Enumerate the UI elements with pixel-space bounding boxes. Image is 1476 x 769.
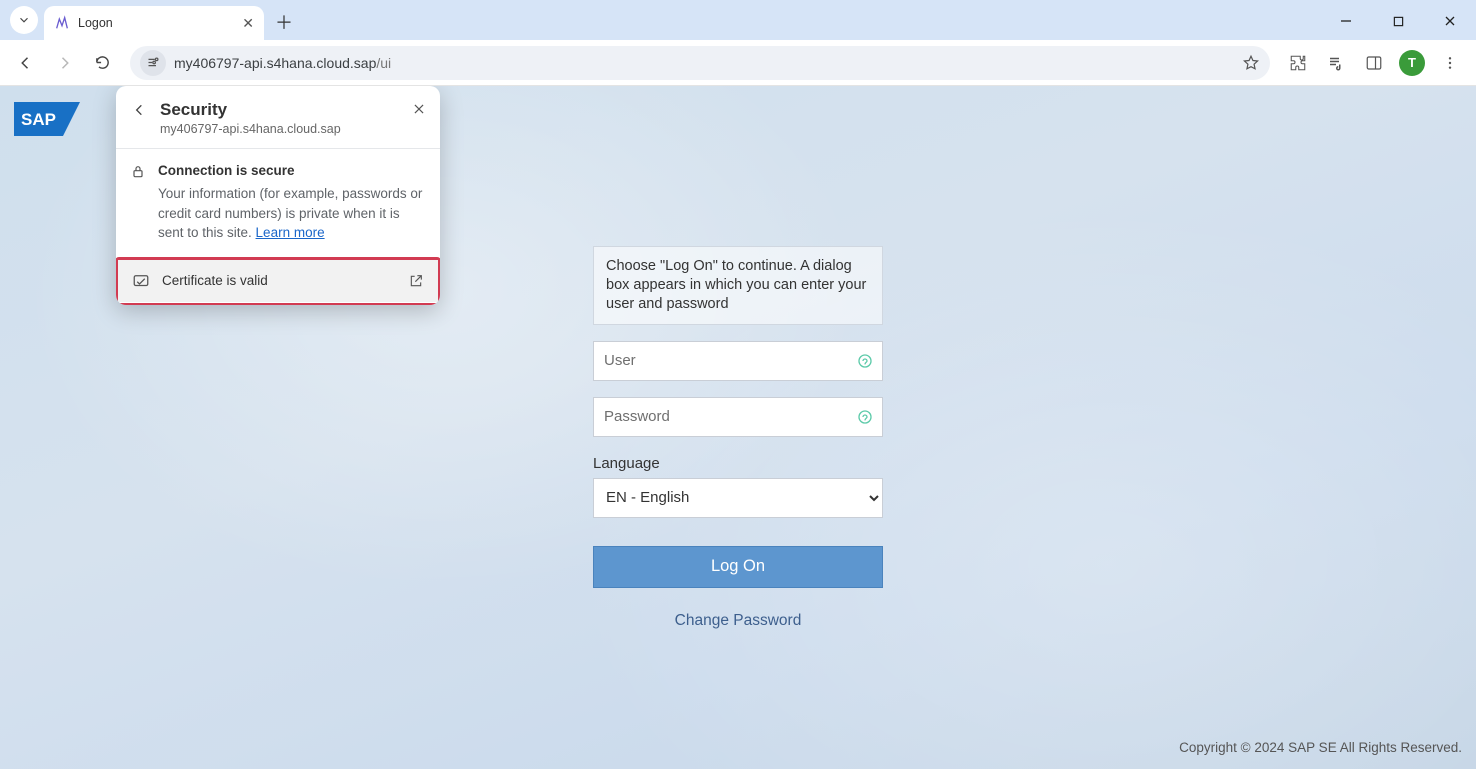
popover-subtitle: my406797-api.s4hana.cloud.sap [160,122,402,136]
close-icon [1444,15,1456,27]
popover-back-button[interactable] [130,100,150,118]
address-bar[interactable]: my406797-api.s4hana.cloud.sap/ui [130,46,1270,80]
tune-icon [146,55,161,70]
kebab-icon [1442,55,1458,71]
language-label: Language [593,455,883,472]
lock-icon [130,164,146,180]
svg-text:SAP: SAP [21,110,56,129]
reload-icon [94,54,111,71]
login-form: Choose "Log On" to continue. A dialog bo… [593,246,883,630]
star-icon [1242,54,1260,72]
connection-secure-title: Connection is secure [158,163,426,178]
url-host: my406797-api.s4hana.cloud.sap [174,55,376,71]
change-password-link[interactable]: Change Password [593,612,883,630]
close-icon [412,102,426,116]
popover-close-button[interactable] [412,100,426,116]
window-minimize-button[interactable] [1324,6,1368,36]
tab-search-button[interactable] [10,6,38,34]
extensions-button[interactable] [1282,47,1314,79]
password-field-wrapper [593,397,883,437]
page-content: SAP Choose "Log On" to continue. A dialo… [0,86,1476,769]
popover-title: Security [160,100,402,120]
popover-title-wrap: Security my406797-api.s4hana.cloud.sap [160,100,402,136]
browser-menu-button[interactable] [1434,47,1466,79]
sap-logo-icon: SAP [14,102,80,136]
arrow-left-icon [132,102,148,118]
arrow-right-icon [55,54,73,72]
connection-info: Connection is secure Your information (f… [158,163,426,243]
open-external-icon [408,273,424,289]
password-manager-icon[interactable] [856,408,874,426]
url-path: /ui [376,55,391,71]
nav-reload-button[interactable] [86,47,118,79]
nav-forward-button[interactable] [48,47,80,79]
chevron-down-icon [17,13,31,27]
site-info-button[interactable] [140,50,166,76]
titlebar: Logon ✕ ＋ [0,0,1476,40]
new-tab-button[interactable]: ＋ [270,8,298,36]
music-icon [1327,54,1345,72]
browser-tab[interactable]: Logon ✕ [44,6,264,40]
learn-more-link[interactable]: Learn more [256,225,325,240]
certificate-row-highlight: Certificate is valid [116,257,440,305]
certificate-valid-label: Certificate is valid [162,273,268,288]
avatar: T [1399,50,1425,76]
security-popover: Security my406797-api.s4hana.cloud.sap C… [116,86,440,305]
favicon-icon [54,15,70,31]
popover-body: Connection is secure Your information (f… [116,149,440,257]
window-maximize-button[interactable] [1376,6,1420,36]
tab-close-button[interactable]: ✕ [242,15,254,32]
certificate-icon [132,272,150,290]
puzzle-icon [1289,54,1307,72]
logon-button[interactable]: Log On [593,546,883,588]
connection-secure-desc: Your information (for example, passwords… [158,184,426,243]
password-manager-icon[interactable] [856,352,874,370]
url-text: my406797-api.s4hana.cloud.sap/ui [174,55,1234,71]
certificate-valid-row[interactable]: Certificate is valid [118,260,438,302]
arrow-left-icon [17,54,35,72]
side-panel-icon [1365,54,1383,72]
side-panel-button[interactable] [1358,47,1390,79]
minimize-icon [1340,15,1352,27]
browser-toolbar: my406797-api.s4hana.cloud.sap/ui T [0,40,1476,86]
language-select[interactable]: EN - English [593,478,883,518]
user-input[interactable] [594,342,882,380]
media-control-button[interactable] [1320,47,1352,79]
bookmark-button[interactable] [1242,54,1260,72]
nav-back-button[interactable] [10,47,42,79]
tab-title: Logon [78,16,234,30]
maximize-icon [1393,16,1404,27]
browser-window: Logon ✕ ＋ [0,0,1476,769]
user-field-wrapper [593,341,883,381]
window-close-button[interactable] [1428,6,1472,36]
window-controls [1324,6,1472,36]
sap-logo: SAP [14,102,80,136]
login-instruction: Choose "Log On" to continue. A dialog bo… [593,246,883,325]
popover-header: Security my406797-api.s4hana.cloud.sap [116,86,440,148]
copyright-text: Copyright © 2024 SAP SE All Rights Reser… [1179,740,1462,755]
profile-button[interactable]: T [1396,47,1428,79]
password-input[interactable] [594,398,882,436]
lock-icon-cell [130,163,146,243]
